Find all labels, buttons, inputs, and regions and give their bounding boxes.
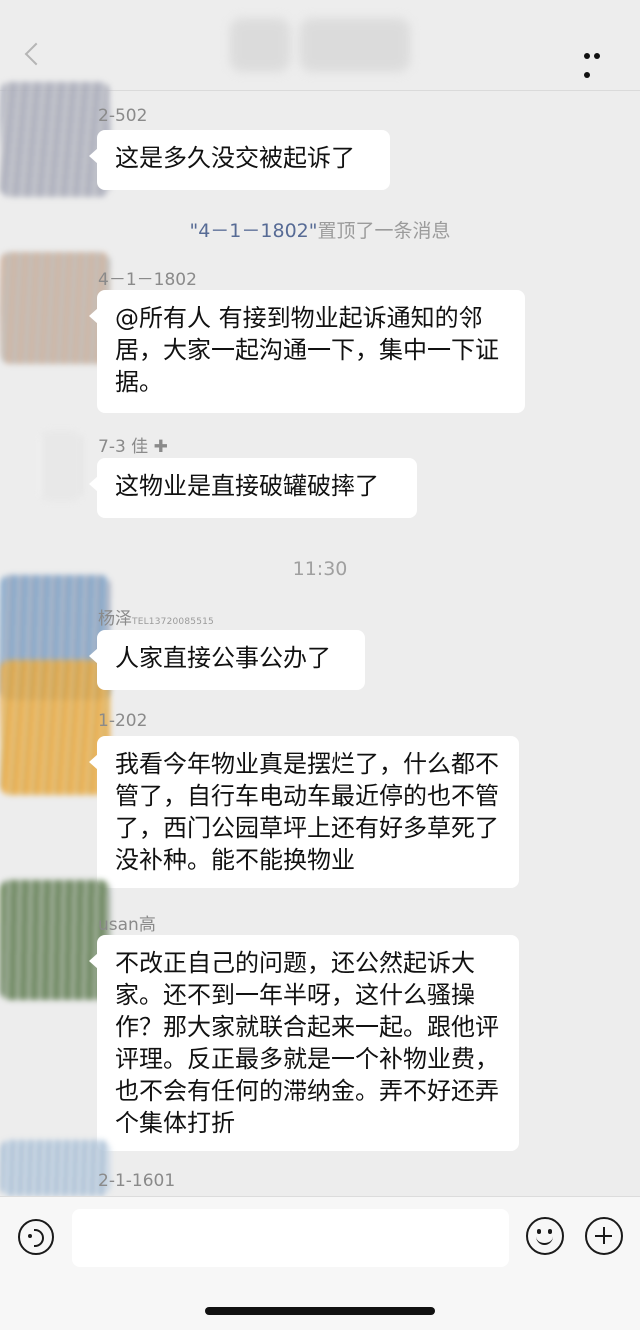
- avatar[interactable]: [0, 880, 110, 1000]
- message-bubble[interactable]: 这是多久没交被起诉了: [89, 130, 390, 190]
- message-bubble[interactable]: @所有人 有接到物业起诉通知的邻居，大家一起沟通一下，集中一下证据。: [89, 290, 525, 413]
- blurred-title-fragment: [300, 18, 410, 72]
- plus-icon[interactable]: [585, 1217, 623, 1255]
- message-input[interactable]: [72, 1209, 509, 1267]
- sender-nickname: 7-3 佳 ✚: [98, 437, 168, 457]
- avatar[interactable]: [0, 82, 110, 197]
- message-bubble[interactable]: 我看今年物业真是摆烂了，什么都不管了，自行车电动车最近停的也不管了，西门公园草坪…: [89, 736, 519, 888]
- emoji-icon[interactable]: [526, 1217, 564, 1255]
- sender-nickname-main: 杨泽: [98, 609, 132, 629]
- system-notice: "4－1－1802"置顶了一条消息: [0, 216, 640, 243]
- back-chevron-icon[interactable]: [20, 40, 44, 68]
- more-dots-icon[interactable]: [584, 44, 612, 78]
- message-bubble[interactable]: 这物业是直接破罐破摔了: [89, 458, 417, 518]
- blurred-title-fragment: [230, 18, 290, 72]
- sender-nickname-extra: TEL13720085515: [132, 617, 214, 627]
- system-notice-text: 置顶了一条消息: [317, 220, 451, 242]
- chat-header: [0, 0, 640, 91]
- sender-nickname: 1-202: [98, 711, 148, 731]
- message-bubble[interactable]: 不改正自己的问题，还公然起诉大家。还不到一年半呀，这什么骚操作？那大家就联合起来…: [89, 935, 519, 1151]
- system-notice-quoted[interactable]: "4－1－1802": [189, 220, 317, 242]
- avatar[interactable]: [40, 430, 82, 502]
- home-indicator[interactable]: [205, 1307, 435, 1315]
- sender-nickname: 2-1-1601: [98, 1171, 176, 1191]
- sender-nickname: 2-502: [98, 106, 148, 126]
- avatar[interactable]: [0, 1140, 110, 1196]
- sender-nickname: 杨泽TEL13720085515: [98, 604, 214, 629]
- message-bubble[interactable]: 人家直接公事公办了: [89, 630, 365, 690]
- avatar-overlap: [0, 660, 110, 795]
- sender-nickname: 4－1－1802: [98, 270, 197, 290]
- sender-nickname: usan高: [98, 915, 156, 935]
- voice-icon[interactable]: [18, 1219, 54, 1255]
